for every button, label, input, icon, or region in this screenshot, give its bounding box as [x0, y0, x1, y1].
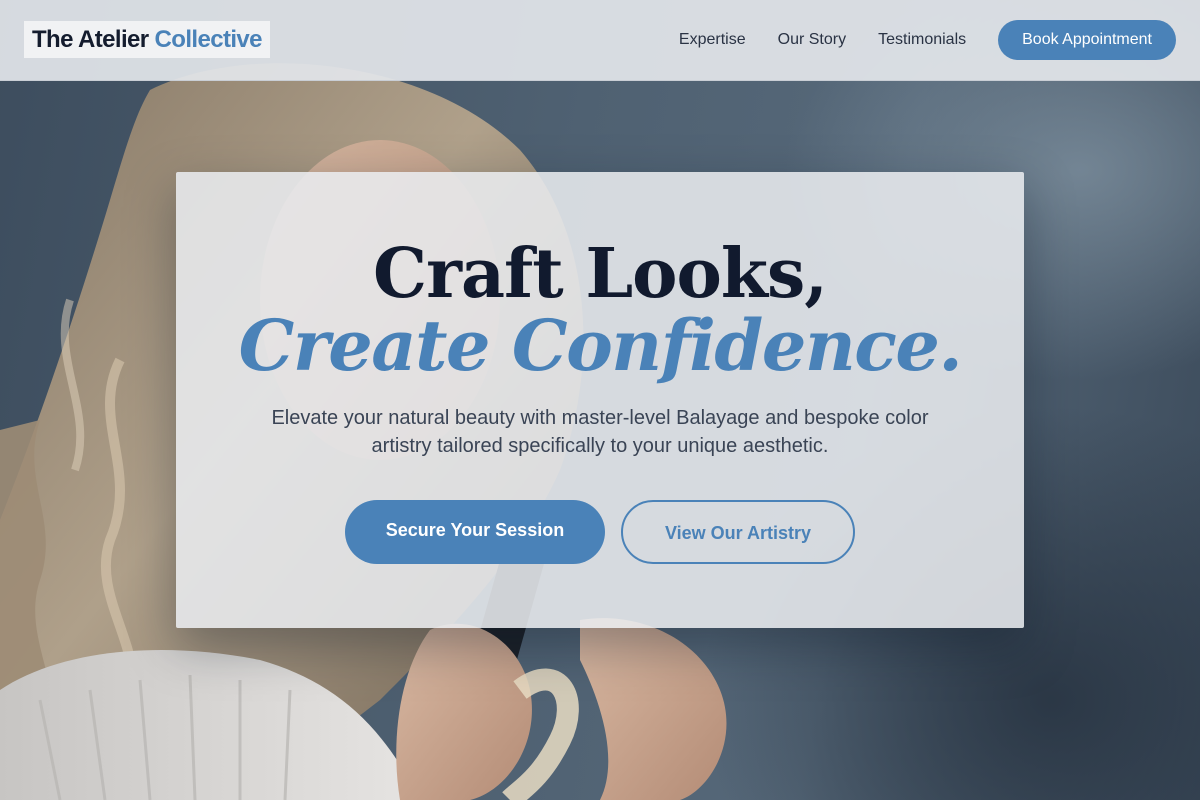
brand-name-primary: The Atelier: [32, 26, 149, 53]
hero-cta-group: Secure Your Session View Our Artistry: [176, 500, 1024, 564]
main-nav: Expertise Our Story Testimonials Book Ap…: [679, 20, 1176, 60]
hero-card: Craft Looks, Create Confidence. Elevate …: [176, 172, 1024, 628]
hero-subtext: Elevate your natural beauty with master-…: [271, 407, 929, 457]
secure-session-button[interactable]: Secure Your Session: [345, 500, 605, 564]
brand-logo[interactable]: The Atelier Collective: [24, 21, 270, 58]
hero-headline-line1: Craft Looks,: [373, 234, 828, 314]
brand-name-accent: Collective: [154, 26, 263, 53]
view-artistry-button[interactable]: View Our Artistry: [621, 500, 855, 564]
hero-headline-line2: Create Confidence.: [238, 304, 963, 387]
nav-link-testimonials[interactable]: Testimonials: [878, 31, 966, 49]
book-appointment-button[interactable]: Book Appointment: [998, 20, 1176, 60]
site-header: The Atelier Collective Expertise Our Sto…: [0, 0, 1200, 81]
hero-headline: Craft Looks, Create Confidence.: [176, 238, 1024, 382]
nav-link-expertise[interactable]: Expertise: [679, 31, 746, 49]
nav-link-our-story[interactable]: Our Story: [778, 31, 846, 49]
landing-page: The Atelier Collective Expertise Our Sto…: [0, 0, 1200, 800]
